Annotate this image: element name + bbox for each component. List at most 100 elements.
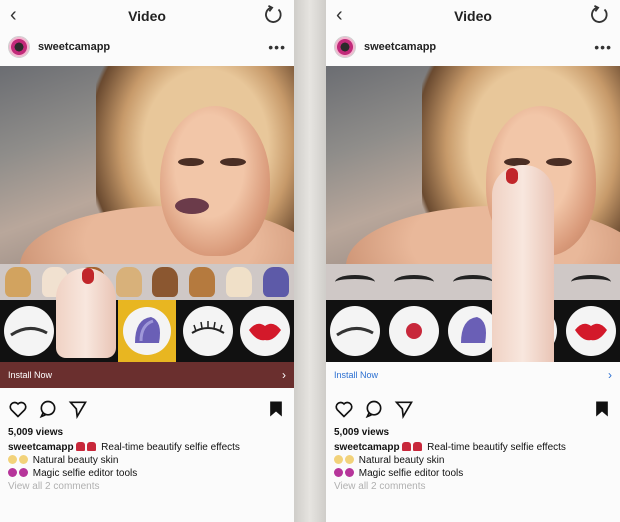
lips-icon	[249, 323, 282, 341]
share-icon[interactable]	[68, 399, 88, 419]
caption-text: Natural beauty skin	[358, 455, 445, 466]
install-label: Install Now	[8, 370, 53, 380]
lash-icon	[191, 321, 225, 334]
eye-left	[178, 158, 204, 166]
caption-user[interactable]: sweetcamapp	[8, 442, 74, 453]
sparkle-icon	[334, 455, 343, 464]
post-right: ‹ Video sweetcamapp ••• Install Now › 5,…	[326, 0, 620, 522]
eyebrow-button[interactable]	[330, 306, 381, 356]
sparkle-icon	[19, 455, 28, 464]
caption-line: sweetcamapp Real-time beautify selfie ef…	[334, 441, 612, 454]
hair-style-option[interactable]	[152, 267, 179, 297]
blush-button[interactable]	[389, 306, 440, 356]
post-meta: 5,009 views sweetcamapp Real-time beauti…	[8, 426, 286, 493]
caption-text: Magic selfie editor tools	[358, 468, 464, 479]
view-comments-link[interactable]: View all 2 comments	[334, 480, 612, 493]
bookmark-icon[interactable]	[592, 399, 612, 419]
comment-icon[interactable]	[364, 399, 384, 419]
hair-style-strip	[0, 264, 294, 300]
caption-text: Natural beauty skin	[32, 455, 119, 466]
heart-icon[interactable]	[8, 399, 28, 419]
more-icon[interactable]: •••	[268, 39, 286, 55]
lash-style-option[interactable]	[570, 275, 611, 289]
back-icon[interactable]: ‹	[336, 4, 343, 27]
eye-right	[546, 158, 572, 166]
lipstick-icon	[76, 442, 86, 451]
heart-icon[interactable]	[334, 399, 354, 419]
hair-style-option[interactable]	[115, 267, 142, 297]
account-name[interactable]: sweetcamapp	[364, 41, 436, 53]
views-count: 5,009 views	[334, 427, 390, 438]
action-bar	[334, 398, 612, 420]
more-icon[interactable]: •••	[594, 39, 612, 55]
action-bar	[8, 398, 286, 420]
caption-user[interactable]: sweetcamapp	[334, 442, 400, 453]
caption-text: Real-time beautify selfie effects	[427, 442, 566, 453]
camera-icon	[8, 468, 17, 477]
avatar[interactable]	[8, 36, 30, 58]
hair-style-option[interactable]	[5, 267, 32, 297]
hair-style-option[interactable]	[189, 267, 216, 297]
blush-icon	[406, 323, 423, 339]
face	[160, 106, 270, 256]
camera-icon	[19, 468, 28, 477]
account-row: sweetcamapp •••	[8, 34, 286, 60]
nav-bar: ‹ Video	[326, 0, 620, 32]
post-meta: 5,009 views sweetcamapp Real-time beauti…	[334, 426, 612, 493]
page-title: Video	[454, 8, 492, 24]
caption-line: Magic selfie editor tools	[8, 467, 286, 480]
install-label: Install Now	[334, 370, 379, 380]
caption-line: Magic selfie editor tools	[334, 467, 612, 480]
finger	[492, 165, 554, 375]
share-icon[interactable]	[394, 399, 414, 419]
account-row: sweetcamapp •••	[334, 34, 612, 60]
views-count: 5,009 views	[8, 427, 64, 438]
eyebrow-icon	[336, 327, 375, 337]
lips-button[interactable]	[565, 306, 616, 356]
caption-line: sweetcamapp Real-time beautify selfie ef…	[8, 441, 286, 454]
lips-button[interactable]	[240, 306, 291, 356]
effect-toolbar	[326, 300, 620, 362]
sparkle-icon	[345, 455, 354, 464]
refresh-icon[interactable]	[588, 4, 610, 26]
chevron-right-icon: ›	[608, 368, 612, 382]
nail	[506, 168, 518, 184]
eye-right	[220, 158, 246, 166]
page-title: Video	[128, 8, 166, 24]
hair-color-button[interactable]	[117, 300, 176, 362]
hair-color-button[interactable]	[447, 306, 498, 356]
back-icon[interactable]: ‹	[10, 4, 17, 27]
caption-text: Real-time beautify selfie effects	[101, 442, 240, 453]
chevron-right-icon: ›	[282, 368, 286, 382]
video-frame[interactable]	[0, 66, 294, 264]
lipstick-icon	[402, 442, 412, 451]
install-now-button[interactable]: Install Now ›	[0, 362, 294, 388]
eyebrow-icon	[9, 327, 48, 337]
refresh-icon[interactable]	[262, 4, 284, 26]
hair-style-option[interactable]	[225, 267, 252, 297]
bookmark-icon[interactable]	[266, 399, 286, 419]
lash-style-option[interactable]	[335, 275, 376, 289]
lash-style-option[interactable]	[394, 275, 435, 289]
install-now-button[interactable]: Install Now ›	[326, 362, 620, 388]
caption-text: Magic selfie editor tools	[32, 468, 138, 479]
nail	[82, 268, 94, 284]
post-left: ‹ Video sweetcamapp ••• Install Now › 5,…	[0, 0, 294, 522]
lips-icon	[574, 323, 607, 341]
lipstick-icon	[413, 442, 423, 451]
hair-style-option[interactable]	[262, 267, 289, 297]
hair-icon	[134, 317, 160, 343]
account-name[interactable]: sweetcamapp	[38, 41, 110, 53]
camera-icon	[345, 468, 354, 477]
comment-icon[interactable]	[38, 399, 58, 419]
avatar[interactable]	[334, 36, 356, 58]
nav-bar: ‹ Video	[0, 0, 294, 32]
view-comments-link[interactable]: View all 2 comments	[8, 480, 286, 493]
lash-button[interactable]	[183, 306, 234, 356]
caption-line: Natural beauty skin	[334, 454, 612, 467]
lash-style-option[interactable]	[452, 275, 493, 289]
lips	[175, 198, 209, 214]
divider	[294, 0, 326, 522]
video-frame[interactable]	[326, 66, 620, 264]
eyebrow-button[interactable]	[3, 306, 54, 356]
